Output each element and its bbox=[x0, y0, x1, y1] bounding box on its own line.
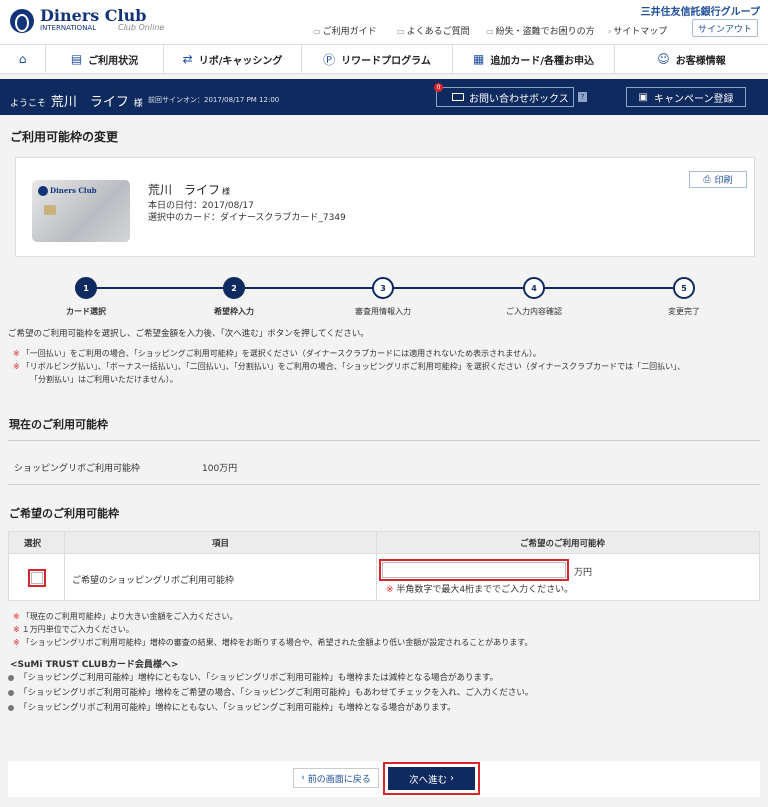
campaign-button[interactable]: ▣ キャンペーン登録 bbox=[626, 87, 746, 107]
next-button[interactable]: 次へ進む › bbox=[388, 767, 475, 790]
card-chip-icon bbox=[44, 205, 56, 215]
divider bbox=[8, 484, 760, 485]
current-limit-title: 現在のご利用可能枠 bbox=[9, 418, 108, 431]
header-desired: ご希望のご利用可能枠 bbox=[520, 539, 606, 549]
card-image: Diners Club bbox=[32, 180, 130, 242]
step-4-label: ご入力内容確認 bbox=[506, 307, 562, 316]
chevron-right-icon: › bbox=[447, 773, 454, 784]
nav-home[interactable]: ⌂ bbox=[0, 45, 46, 73]
bullet-icon bbox=[8, 674, 14, 681]
note-2-cont: 「分割払い」はご利用いただけません）。 bbox=[30, 375, 178, 384]
bullet-icon bbox=[8, 689, 14, 696]
step-1-circle: 1 bbox=[75, 277, 97, 299]
divider bbox=[8, 440, 760, 441]
step-2-label: 希望枠入力 bbox=[214, 307, 254, 316]
link-icon: ▭ bbox=[486, 27, 494, 36]
desired-note-3: ※ 「ショッピングリボご利用可能枠」増枠の審査の結果、増枠をお断りする場合や、希望… bbox=[13, 638, 533, 647]
group-name: 三井住友信託銀行グループ bbox=[640, 7, 760, 18]
util-link-faq[interactable]: ▭ よくあるご質問 bbox=[397, 24, 470, 37]
nav-usage[interactable]: ▤ ご利用状況 bbox=[46, 45, 164, 73]
desired-limit-title: ご希望のご利用可能枠 bbox=[9, 507, 119, 520]
table-divider bbox=[376, 532, 377, 600]
nav-revolving[interactable]: ⇄ リボ/キャッシング bbox=[164, 45, 302, 73]
header-select: 選択 bbox=[24, 539, 42, 549]
unit-label: 万円 bbox=[574, 568, 593, 578]
inbox-badge: 0 bbox=[434, 83, 443, 92]
step-5-label: 変更完了 bbox=[668, 307, 700, 316]
help-icon[interactable]: ? bbox=[578, 92, 587, 102]
nav-reward[interactable]: Ⓟ リワードプログラム bbox=[302, 45, 453, 73]
person-icon: ☺ bbox=[657, 52, 670, 66]
gift-icon: ▣ bbox=[638, 91, 648, 103]
signout-button[interactable]: サインアウト bbox=[692, 19, 758, 37]
card-holder-name: 荒川 ライフ様 bbox=[148, 183, 231, 197]
step-3-circle: 3 bbox=[372, 277, 394, 299]
step-5-circle: 5 bbox=[673, 277, 695, 299]
note-2: ※ 「リボルビング払い」、「ボーナス一括払い」、「二回払い」、「分割払い」をご利用… bbox=[13, 362, 686, 371]
current-limit-value: 100万円 bbox=[202, 464, 238, 474]
logo-subtext: INTERNATIONAL bbox=[40, 24, 97, 32]
clipboard-icon: ▤ bbox=[70, 52, 83, 66]
arrows-icon: ⇄ bbox=[182, 52, 193, 66]
bullet-icon bbox=[8, 704, 14, 711]
back-button[interactable]: ‹ 前の画面に戻る bbox=[293, 768, 379, 788]
home-icon: ⌂ bbox=[18, 52, 27, 66]
member-bullet-2: 「ショッピングリボご利用可能枠」増枠をご希望の場合、「ショッピングご利用可能枠」… bbox=[8, 686, 533, 698]
chevron-right-icon: › bbox=[608, 27, 612, 36]
step-1-label: カード選択 bbox=[66, 307, 106, 316]
page-title: ご利用可能枠の変更 bbox=[10, 130, 119, 144]
table-divider bbox=[64, 532, 65, 600]
member-bullet-3: 「ショッピングリボご利用可能枠」増枠にともない、「ショッピングご利用可能枠」も増… bbox=[8, 701, 456, 713]
club-online-label: Club Online bbox=[118, 23, 165, 32]
input-hint: ※ 半角数字で最大4桁まででご入力ください。 bbox=[386, 585, 574, 595]
main-nav: ⌂ ▤ ご利用状況 ⇄ リボ/キャッシング Ⓟ リワードプログラム ▦ 追加カード/各種… bbox=[0, 44, 768, 74]
document-icon: ▦ bbox=[473, 52, 485, 66]
card-logo-icon bbox=[38, 186, 48, 196]
util-link-guide[interactable]: ▭ ご利用ガイド bbox=[313, 24, 377, 37]
desired-note-1: ※ 「現在のご利用可能枠」より大きい金額をご入力ください。 bbox=[13, 612, 238, 621]
current-limit-label: ショッピングリボご利用可能枠 bbox=[14, 464, 141, 474]
row-label: ご希望のショッピングリボご利用可能枠 bbox=[72, 576, 235, 586]
card-brand: Diners Club bbox=[50, 186, 97, 195]
selected-card: 選択中のカード：ダイナースクラブカード_7349 bbox=[148, 213, 346, 223]
members-title: <SuMi TRUST CLUBカード会員様へ> bbox=[10, 660, 179, 670]
note-1: ※ 「一回払い」をご利用の場合、「ショッピングご利用可能枠」を選択ください（ダイナ… bbox=[13, 349, 541, 358]
amount-input[interactable] bbox=[382, 562, 566, 578]
step-3-label: 審査用情報入力 bbox=[355, 307, 411, 316]
select-checkbox[interactable] bbox=[31, 572, 43, 584]
last-login: 前回サインオン：2017/08/17 PM 12:00 bbox=[148, 96, 280, 104]
step-4-circle: 4 bbox=[523, 277, 545, 299]
print-button[interactable]: ⎙ 印刷 bbox=[689, 171, 747, 188]
points-icon: Ⓟ bbox=[323, 52, 336, 67]
diners-logo-icon[interactable] bbox=[10, 9, 34, 33]
nav-customer[interactable]: ☺ お客様情報 bbox=[615, 45, 768, 73]
table-header bbox=[9, 532, 759, 554]
printer-icon: ⎙ bbox=[703, 174, 711, 185]
nav-additional[interactable]: ▦ 追加カード/各種お申込 bbox=[453, 45, 615, 73]
link-icon: ▭ bbox=[397, 27, 405, 36]
step-2-circle: 2 bbox=[223, 277, 245, 299]
welcome-text: ようこそ 荒川 ライフ 様 bbox=[10, 95, 143, 110]
util-link-sitemap[interactable]: › サイトマップ bbox=[608, 24, 667, 37]
desired-note-2: ※ １万円単位でご入力ください。 bbox=[13, 625, 134, 634]
util-link-lost[interactable]: ▭ 紛失・盗難でお困りの方 bbox=[486, 24, 595, 37]
header-item: 項目 bbox=[212, 539, 230, 549]
envelope-icon bbox=[452, 93, 464, 101]
link-icon: ▭ bbox=[313, 27, 321, 36]
member-bullet-1: 「ショッピングご利用可能枠」増枠にともない、「ショッピングリボご利用可能枠」も増… bbox=[8, 671, 498, 683]
user-name: 荒川 ライフ bbox=[50, 95, 129, 110]
instruction-text: ご希望のご利用可能枠を選択し、ご希望金額を入力後、「次へ進む」ボタンを押してくだ… bbox=[8, 329, 369, 339]
